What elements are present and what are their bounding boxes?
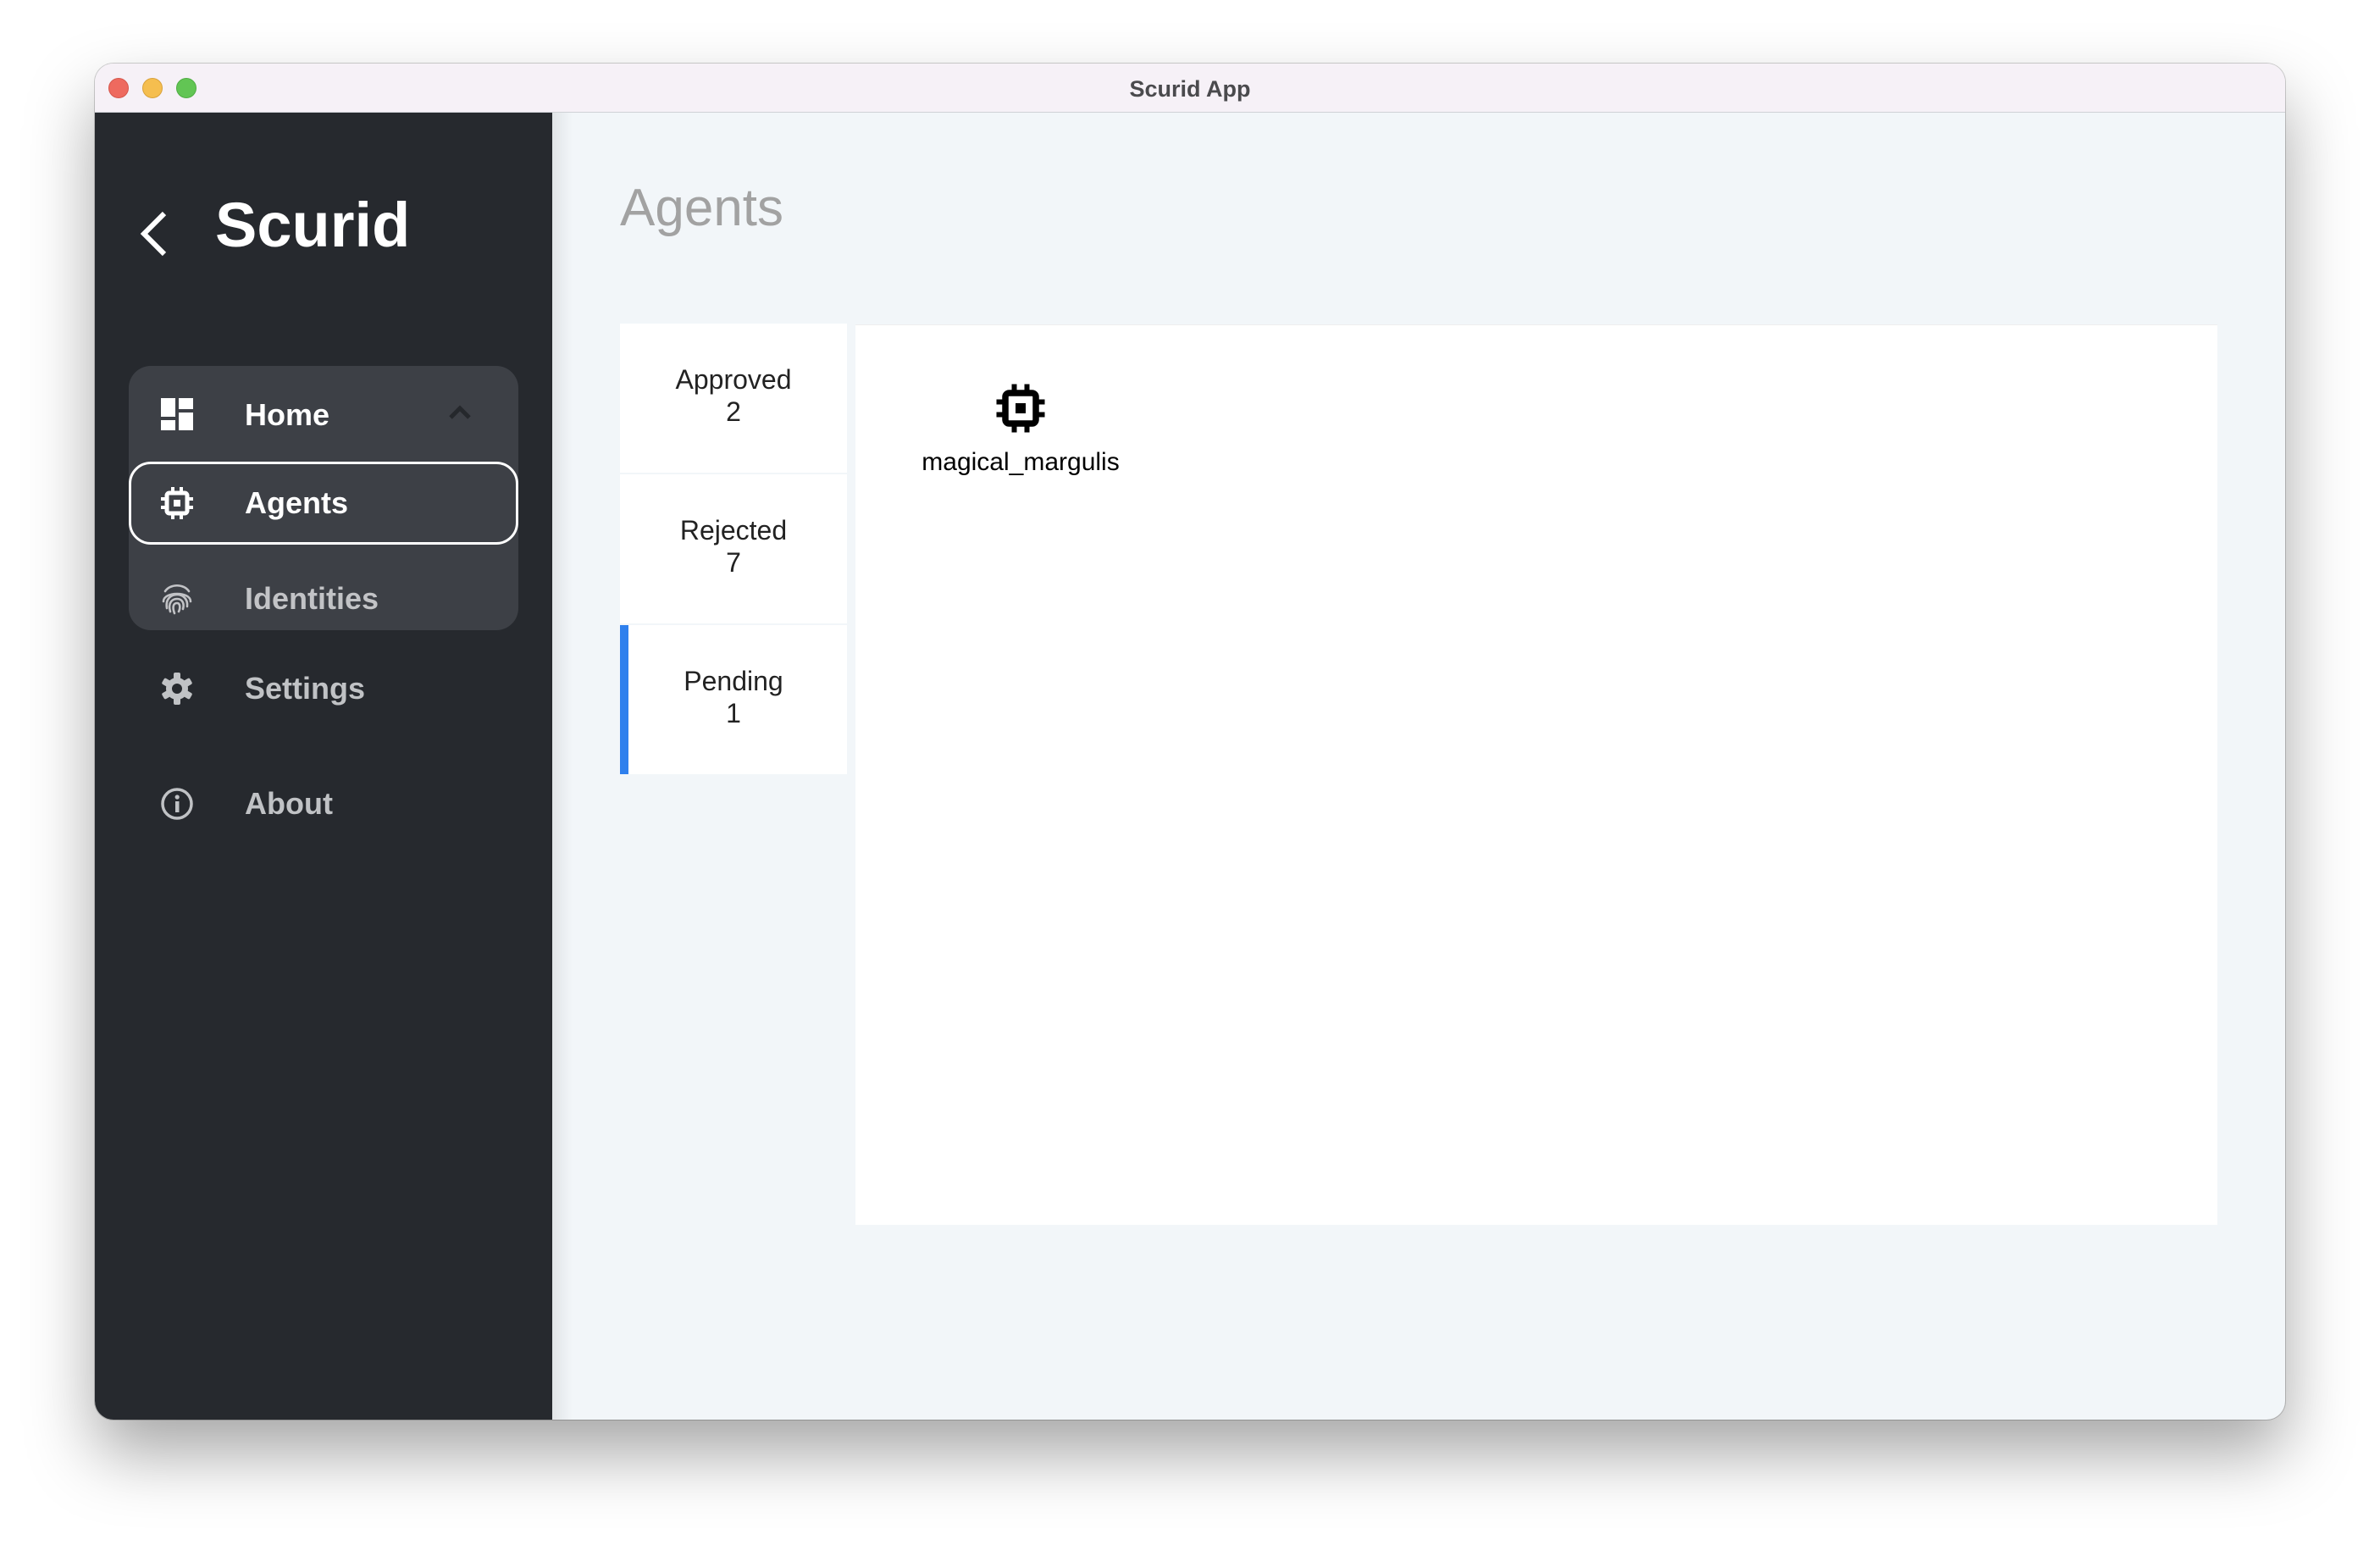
tab-label: Pending	[684, 666, 783, 696]
agent-item[interactable]: magical_margulis	[906, 376, 1135, 478]
sidebar-item-identities[interactable]: Identities	[129, 545, 518, 628]
sidebar-item-label: Home	[245, 397, 330, 432]
status-tabs: Approved 2 Rejected 7 Pending 1	[620, 324, 847, 776]
sidebar-item-label: About	[245, 786, 333, 821]
sidebar-shadow	[552, 113, 573, 1420]
app-window: Scurid App Scurid Home Agents Identities…	[95, 64, 2285, 1420]
page-title: Agents	[620, 179, 784, 237]
sidebar-item-agents[interactable]: Agents	[129, 462, 518, 545]
chip-icon	[161, 487, 193, 519]
fingerprint-icon	[162, 584, 192, 615]
tab-pending[interactable]: Pending 1	[620, 625, 847, 774]
agent-name: magical_margulis	[922, 448, 1120, 476]
app-brand: Scurid	[215, 190, 411, 260]
tab-count: 2	[726, 396, 741, 427]
title-bar: Scurid App	[95, 64, 2285, 113]
tab-label: Rejected	[679, 515, 788, 545]
sidebar-item-label: Settings	[245, 671, 366, 706]
tab-count: 7	[726, 547, 741, 578]
chevron-left-icon	[140, 211, 167, 257]
sidebar-item-about[interactable]: About	[129, 770, 518, 838]
sidebar-item-home[interactable]: Home	[129, 366, 518, 449]
dashboard-icon	[161, 398, 193, 430]
sidebar-item-label: Agents	[245, 485, 349, 520]
nav-group-home: Home Agents Identities	[129, 366, 518, 630]
sidebar: Scurid Home Agents Identities Settings A…	[95, 113, 552, 1420]
chevron-up-icon[interactable]	[449, 404, 471, 419]
sidebar-item-settings[interactable]: Settings	[129, 655, 518, 723]
gear-icon	[162, 673, 192, 705]
back-button[interactable]	[137, 210, 171, 258]
tab-rejected[interactable]: Rejected 7	[620, 474, 847, 623]
chip-icon	[996, 384, 1045, 433]
tab-count: 1	[726, 698, 741, 728]
agents-panel: magical_margulis	[855, 324, 2217, 1225]
sidebar-item-label: Identities	[245, 581, 379, 616]
tab-approved[interactable]: Approved 2	[620, 324, 847, 473]
tab-label: Approved	[675, 364, 792, 395]
window-title: Scurid App	[1129, 76, 1251, 102]
info-icon	[161, 788, 193, 820]
